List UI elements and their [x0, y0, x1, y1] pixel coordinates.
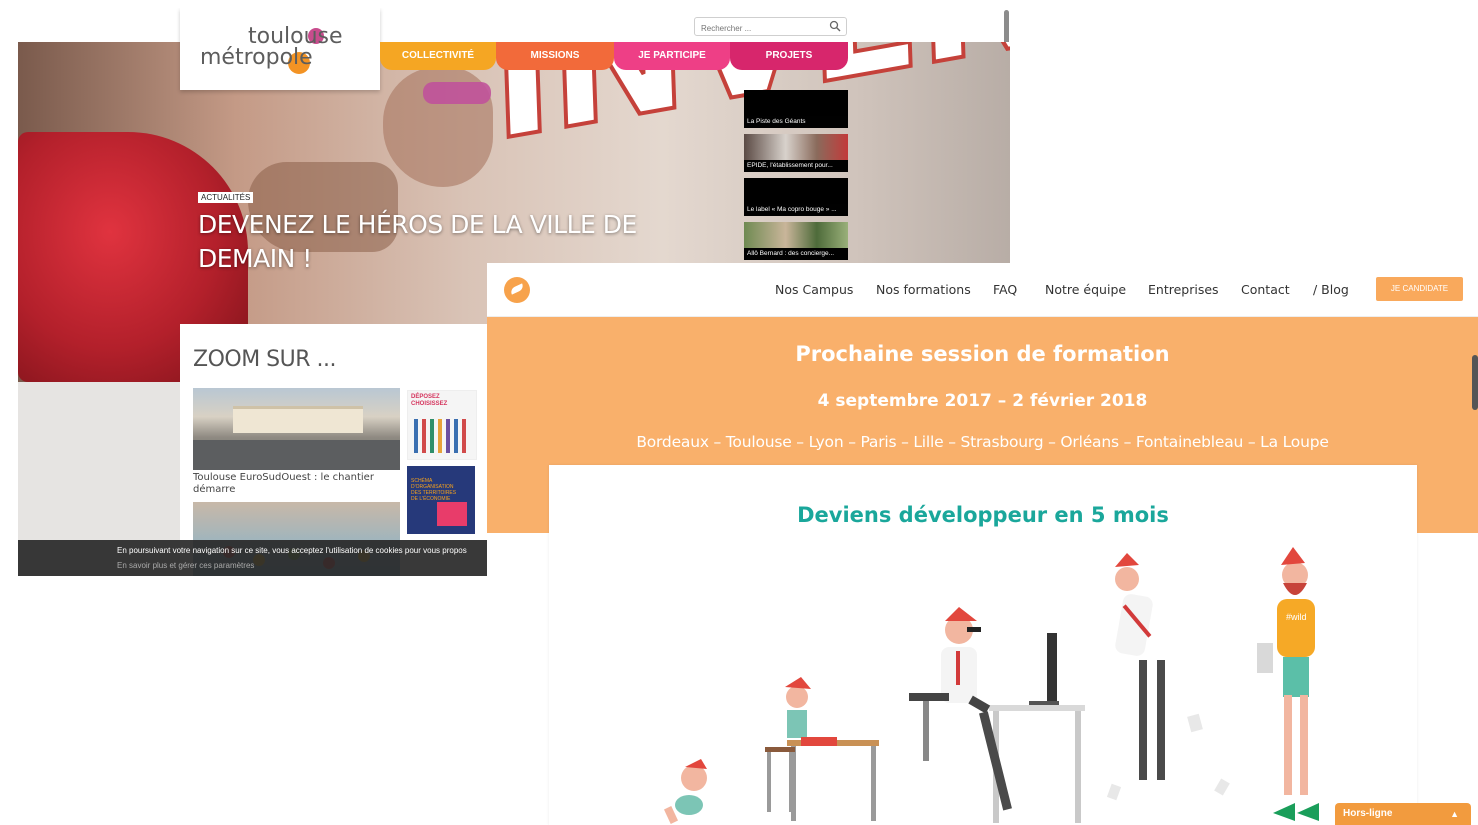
- hipster-developer-figure: #wild: [1257, 547, 1319, 821]
- baby-figure: [663, 759, 707, 824]
- category-tag[interactable]: ACTUALITÉS: [198, 192, 254, 203]
- side-card-schema[interactable]: SCHÉMA D'ORGANISATION DES TERRITOIRES DE…: [407, 466, 475, 534]
- nav-collectivite[interactable]: COLLECTIVITÉ: [380, 42, 496, 70]
- thumbnail-caption: Allô Bernard : des concierge...: [744, 248, 848, 260]
- thumbnail-image: [744, 134, 848, 160]
- session-title: Prochaine session de formation: [795, 342, 1170, 366]
- news-thumbnails: La Piste des Géants EPIDE, l'établisseme…: [744, 90, 848, 266]
- search-box[interactable]: [694, 17, 847, 37]
- thumbnail-caption: EPIDE, l'établissement pour...: [744, 160, 848, 172]
- search-input[interactable]: [695, 20, 826, 37]
- nav-projets[interactable]: PROJETS: [730, 42, 848, 70]
- thumbnail-caption: La Piste des Géants: [744, 116, 848, 128]
- card-caption[interactable]: Toulouse EuroSudOuest : le chantier déma…: [193, 472, 393, 496]
- developer-figure: [909, 607, 1085, 823]
- book-spine: [414, 419, 418, 453]
- developer-evolution-illustration: #wild: [663, 547, 1319, 824]
- book-spine: [422, 419, 426, 453]
- side-card-deposez[interactable]: DÉPOSEZ CHOISISSEZ: [407, 390, 477, 460]
- cookie-message: En poursuivant votre navigation sur ce s…: [117, 546, 467, 555]
- menu-nos-campus[interactable]: Nos Campus: [775, 282, 853, 297]
- book-spine: [430, 419, 434, 453]
- session-dates: 4 septembre 2017 – 2 février 2018: [817, 391, 1148, 411]
- candidate-button[interactable]: JE CANDIDATE: [1376, 277, 1463, 301]
- zoom-title: ZOOM SUR ...: [193, 347, 337, 372]
- kid-figure: [765, 677, 879, 821]
- menu-blog[interactable]: / Blog: [1313, 282, 1349, 297]
- stressed-developer-figure: [1106, 553, 1230, 801]
- thumbnail-image: [744, 178, 848, 204]
- scrollbar[interactable]: [1472, 355, 1478, 410]
- shirt-text: #wild: [1286, 612, 1307, 622]
- logo-icon[interactable]: [504, 277, 530, 303]
- promo-card: Deviens développeur en 5 mois #wild: [549, 465, 1417, 825]
- menu-faq[interactable]: FAQ: [993, 282, 1017, 297]
- book-spine: [454, 419, 458, 453]
- logo-wing: [509, 283, 525, 295]
- nav-je-participe[interactable]: JE PARTICIPE: [614, 42, 730, 70]
- menu-entreprises[interactable]: Entreprises: [1148, 282, 1219, 297]
- side-card-2-graphic: [437, 502, 467, 526]
- thumbnail-caption: Le label « Ma copro bouge » ...: [744, 204, 848, 216]
- side-card-1-text: DÉPOSEZ CHOISISSEZ: [411, 394, 448, 407]
- thumbnail-item[interactable]: Le label « Ma copro bouge » ...: [744, 178, 848, 216]
- book-spine: [446, 419, 450, 453]
- chevron-up-icon[interactable]: ▲: [1450, 803, 1459, 825]
- thumbnail-item[interactable]: La Piste des Géants: [744, 90, 848, 128]
- search-icon[interactable]: [829, 20, 841, 32]
- status-label: Hors-ligne: [1343, 808, 1393, 819]
- book-spine: [462, 419, 466, 453]
- thumbnail-item[interactable]: EPIDE, l'établissement pour...: [744, 134, 848, 172]
- zoom-section: ZOOM SUR ... Toulouse EuroSudOuest : le …: [180, 324, 490, 576]
- side-card-2-text: SCHÉMA D'ORGANISATION DES TERRITOIRES DE…: [411, 478, 457, 502]
- eurosudouest-card-image[interactable]: [193, 388, 400, 470]
- top-bar: [18, 8, 1010, 43]
- nav-missions[interactable]: MISSIONS: [496, 42, 614, 70]
- station-road: [193, 440, 400, 470]
- site-header: Nos Campus Nos formations FAQ Notre équi…: [487, 263, 1478, 317]
- menu-nos-formations[interactable]: Nos formations: [876, 282, 971, 297]
- hero-mask-image: [423, 82, 491, 104]
- cookie-settings-link[interactable]: En savoir plus et gérer ces paramètres: [117, 561, 254, 570]
- book-spine: [438, 419, 442, 453]
- menu-contact[interactable]: Contact: [1241, 282, 1290, 297]
- logo-text-line2: métropole: [200, 45, 313, 70]
- menu-notre-equipe[interactable]: Notre équipe: [1045, 282, 1126, 297]
- chat-status-badge[interactable]: Hors-ligne ▲: [1335, 803, 1471, 825]
- promo-title: Deviens développeur en 5 mois: [797, 503, 1169, 527]
- thumbnail-image: [744, 222, 848, 248]
- site-logo[interactable]: toulouse métropole: [180, 8, 380, 90]
- campus-cities: Bordeaux – Toulouse – Lyon – Paris – Lil…: [636, 433, 1329, 451]
- thumbnail-item[interactable]: Allô Bernard : des concierge...: [744, 222, 848, 260]
- thumbnail-image: [744, 90, 848, 116]
- station-building: [233, 406, 363, 433]
- wild-code-school-screenshot: Nos Campus Nos formations FAQ Notre équi…: [487, 263, 1478, 825]
